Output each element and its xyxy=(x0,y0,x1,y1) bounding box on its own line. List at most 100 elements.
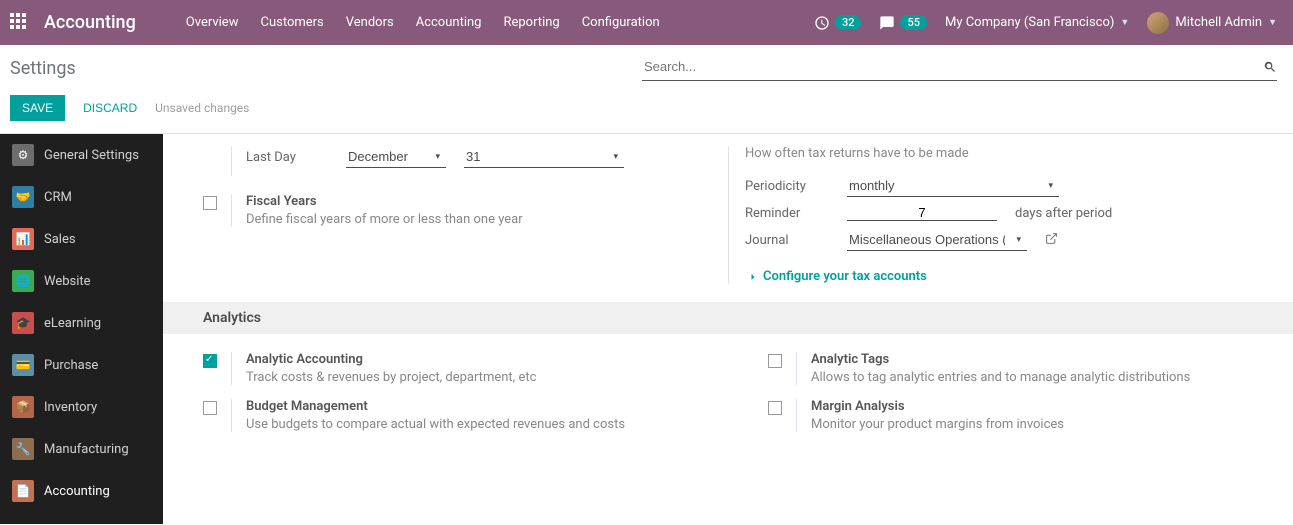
sidebar-item-label: Manufacturing xyxy=(44,442,129,457)
fiscal-years-title: Fiscal Years xyxy=(246,194,523,209)
top-nav-right: 32 55 My Company (San Francisco) ▼ Mitch… xyxy=(814,12,1277,34)
analytic-tags-checkbox[interactable] xyxy=(768,354,782,368)
arrow-right-icon xyxy=(745,271,757,283)
chevron-down-icon: ▼ xyxy=(1268,17,1277,28)
clock-icon xyxy=(814,15,830,31)
fiscal-day-select[interactable]: 31 xyxy=(464,146,624,167)
menu-overview[interactable]: Overview xyxy=(186,15,239,30)
message-count: 55 xyxy=(900,15,927,30)
analytics-grid: Analytic Accounting Track costs & revenu… xyxy=(163,334,1293,446)
analytic-tags-title: Analytic Tags xyxy=(811,352,1277,367)
file-icon: 📄 xyxy=(12,480,34,502)
external-link-icon[interactable] xyxy=(1045,232,1058,249)
sidebar-item-sales[interactable]: 📊 Sales xyxy=(0,218,163,260)
top-nav: Accounting Overview Customers Vendors Ac… xyxy=(0,0,1293,45)
search-bar xyxy=(642,55,1277,81)
budget-management-desc: Use budgets to compare actual with expec… xyxy=(246,417,712,432)
company-switcher[interactable]: My Company (San Francisco) ▼ xyxy=(945,15,1129,30)
cap-icon: 🎓 xyxy=(12,312,34,334)
sidebar-item-label: eLearning xyxy=(44,316,101,331)
page-title: Settings xyxy=(10,58,76,79)
user-name: Mitchell Admin xyxy=(1175,15,1262,30)
sidebar-item-accounting[interactable]: 📄 Accounting xyxy=(0,470,163,512)
margin-analysis-desc: Monitor your product margins from invoic… xyxy=(811,417,1277,432)
handshake-icon: 🤝 xyxy=(12,186,34,208)
chat-icon xyxy=(879,15,895,31)
unsaved-indicator: Unsaved changes xyxy=(155,101,249,115)
sidebar-item-inventory[interactable]: 📦 Inventory xyxy=(0,386,163,428)
budget-management-checkbox[interactable] xyxy=(203,401,217,415)
analytic-accounting-desc: Track costs & revenues by project, depar… xyxy=(246,370,712,385)
menu-reporting[interactable]: Reporting xyxy=(503,15,559,30)
sidebar-item-elearning[interactable]: 🎓 eLearning xyxy=(0,302,163,344)
gear-icon: ⚙ xyxy=(12,144,34,166)
fiscal-column: Last Day December▾ 31▾ Fiscal Years Defi… xyxy=(163,146,728,284)
journal-label: Journal xyxy=(745,233,837,248)
apps-icon[interactable] xyxy=(10,13,30,33)
sidebar-item-crm[interactable]: 🤝 CRM xyxy=(0,176,163,218)
app-brand: Accounting xyxy=(44,12,136,33)
section-header-analytics: Analytics xyxy=(163,302,1293,334)
chart-icon: 📊 xyxy=(12,228,34,250)
analytic-accounting-title: Analytic Accounting xyxy=(246,352,712,367)
journal-select[interactable]: Miscellaneous Operations (IN xyxy=(847,229,1027,250)
periodicity-select[interactable]: monthly xyxy=(847,175,1059,196)
chevron-down-icon: ▼ xyxy=(1120,17,1129,28)
fiscal-years-desc: Define fiscal years of more or less than… xyxy=(246,212,523,227)
chevron-down-icon: ▾ xyxy=(435,152,444,162)
tax-help-text: How often tax returns have to be made xyxy=(745,146,1277,161)
settings-body: ⚙ General Settings 🤝 CRM 📊 Sales 🌐 Website 🎓… xyxy=(0,134,1293,524)
sidebar-item-website[interactable]: 🌐 Website xyxy=(0,260,163,302)
avatar xyxy=(1147,12,1169,34)
activity-button[interactable]: 32 xyxy=(814,15,862,31)
reminder-input[interactable] xyxy=(847,205,997,221)
search-input[interactable] xyxy=(642,55,1263,78)
sidebar-item-label: CRM xyxy=(44,190,72,205)
sidebar-item-label: Sales xyxy=(44,232,76,247)
menu-vendors[interactable]: Vendors xyxy=(346,15,394,30)
control-panel: Settings SAVE DISCARD Unsaved changes xyxy=(0,45,1293,134)
menu-configuration[interactable]: Configuration xyxy=(582,15,660,30)
fiscal-years-checkbox[interactable] xyxy=(203,196,217,210)
reminder-label: Reminder xyxy=(745,206,837,221)
globe-icon: 🌐 xyxy=(12,270,34,292)
sidebar-item-general-settings[interactable]: ⚙ General Settings xyxy=(0,134,163,176)
settings-scroll-area[interactable]: Last Day December▾ 31▾ Fiscal Years Defi… xyxy=(163,134,1293,524)
settings-sidebar: ⚙ General Settings 🤝 CRM 📊 Sales 🌐 Website 🎓… xyxy=(0,134,163,524)
box-icon: 📦 xyxy=(12,396,34,418)
sidebar-item-label: Purchase xyxy=(44,358,98,373)
menu-accounting[interactable]: Accounting xyxy=(416,15,482,30)
card-icon: 💳 xyxy=(12,354,34,376)
margin-analysis-checkbox[interactable] xyxy=(768,401,782,415)
periodicity-label: Periodicity xyxy=(745,179,837,194)
analytic-tags-desc: Allows to tag analytic entries and to ma… xyxy=(811,370,1277,385)
chevron-down-icon: ▾ xyxy=(1048,181,1057,191)
chevron-down-icon: ▾ xyxy=(613,152,622,162)
sidebar-item-label: Website xyxy=(44,274,91,289)
sidebar-item-purchase[interactable]: 💳 Purchase xyxy=(0,344,163,386)
wrench-icon: 🔧 xyxy=(12,438,34,460)
fiscal-month-select[interactable]: December xyxy=(346,146,446,167)
sidebar-item-label: Accounting xyxy=(44,484,110,499)
budget-management-title: Budget Management xyxy=(246,399,712,414)
sidebar-item-manufacturing[interactable]: 🔧 Manufacturing xyxy=(0,428,163,470)
margin-analysis-title: Margin Analysis xyxy=(811,399,1277,414)
company-name: My Company (San Francisco) xyxy=(945,15,1114,30)
last-day-label: Last Day xyxy=(246,150,336,165)
configure-tax-accounts-link[interactable]: Configure your tax accounts xyxy=(745,269,1277,284)
reminder-suffix: days after period xyxy=(1015,206,1112,221)
main-menu: Overview Customers Vendors Accounting Re… xyxy=(186,15,660,30)
analytic-accounting-checkbox[interactable] xyxy=(203,354,217,368)
save-button[interactable]: SAVE xyxy=(10,95,65,121)
sidebar-item-label: Inventory xyxy=(44,400,97,415)
chevron-down-icon: ▾ xyxy=(1016,235,1025,245)
menu-customers[interactable]: Customers xyxy=(260,15,323,30)
activity-count: 32 xyxy=(835,15,862,30)
search-icon[interactable] xyxy=(1263,60,1277,74)
user-menu[interactable]: Mitchell Admin ▼ xyxy=(1147,12,1277,34)
discard-button[interactable]: DISCARD xyxy=(83,101,137,115)
sidebar-item-label: General Settings xyxy=(44,148,139,163)
messaging-button[interactable]: 55 xyxy=(879,15,927,31)
tax-column: How often tax returns have to be made Pe… xyxy=(728,146,1293,284)
settings-content: Last Day December▾ 31▾ Fiscal Years Defi… xyxy=(163,134,1293,486)
